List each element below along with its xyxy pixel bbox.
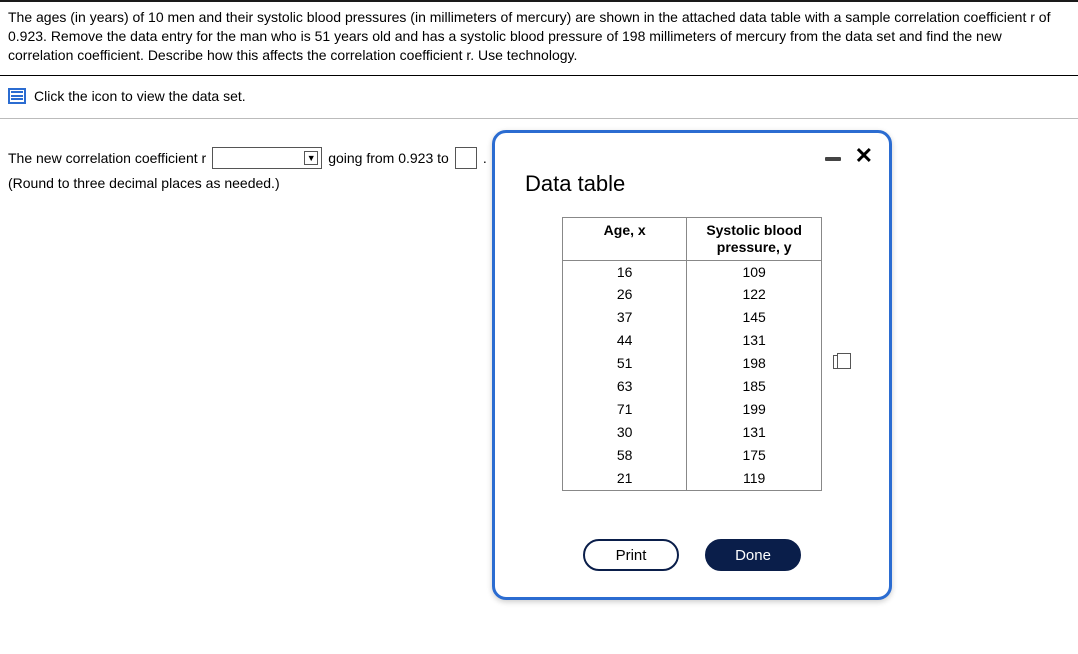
table-row: 16109 bbox=[563, 260, 821, 283]
data-table: Age, x Systolic blood pressure, y 16109 … bbox=[562, 217, 822, 491]
dataset-link[interactable]: Click the icon to view the data set. bbox=[34, 88, 246, 104]
answer-prefix: The new correlation coefficient r bbox=[8, 150, 206, 166]
direction-select[interactable]: ▼ bbox=[212, 147, 322, 169]
copy-icon[interactable] bbox=[833, 355, 845, 369]
chevron-down-icon: ▼ bbox=[304, 151, 318, 165]
question-text: The ages (in years) of 10 men and their … bbox=[0, 2, 1078, 76]
answer-mid: going from 0.923 to bbox=[328, 150, 449, 166]
close-icon[interactable]: ✕ bbox=[855, 145, 873, 167]
col-header-bp: Systolic blood pressure, y bbox=[687, 218, 821, 260]
new-r-input[interactable] bbox=[455, 147, 477, 169]
answer-suffix: . bbox=[483, 150, 487, 166]
table-row: 21119 bbox=[563, 467, 821, 490]
data-table-modal: ✕ Data table Age, x Systolic blood press… bbox=[492, 130, 892, 600]
table-row: 37145 bbox=[563, 306, 821, 329]
col-header-age: Age, x bbox=[563, 218, 687, 260]
print-button[interactable]: Print bbox=[583, 539, 679, 571]
done-button[interactable]: Done bbox=[705, 539, 801, 571]
table-row: 63185 bbox=[563, 375, 821, 398]
table-row: 26122 bbox=[563, 283, 821, 306]
dataset-icon[interactable] bbox=[8, 88, 26, 104]
table-row: 58175 bbox=[563, 444, 821, 467]
table-row: 71199 bbox=[563, 398, 821, 421]
table-row: 44131 bbox=[563, 329, 821, 352]
table-row: 51198 bbox=[563, 352, 821, 375]
minimize-icon[interactable] bbox=[825, 157, 841, 161]
modal-title: Data table bbox=[495, 167, 889, 209]
table-row: 30131 bbox=[563, 421, 821, 444]
